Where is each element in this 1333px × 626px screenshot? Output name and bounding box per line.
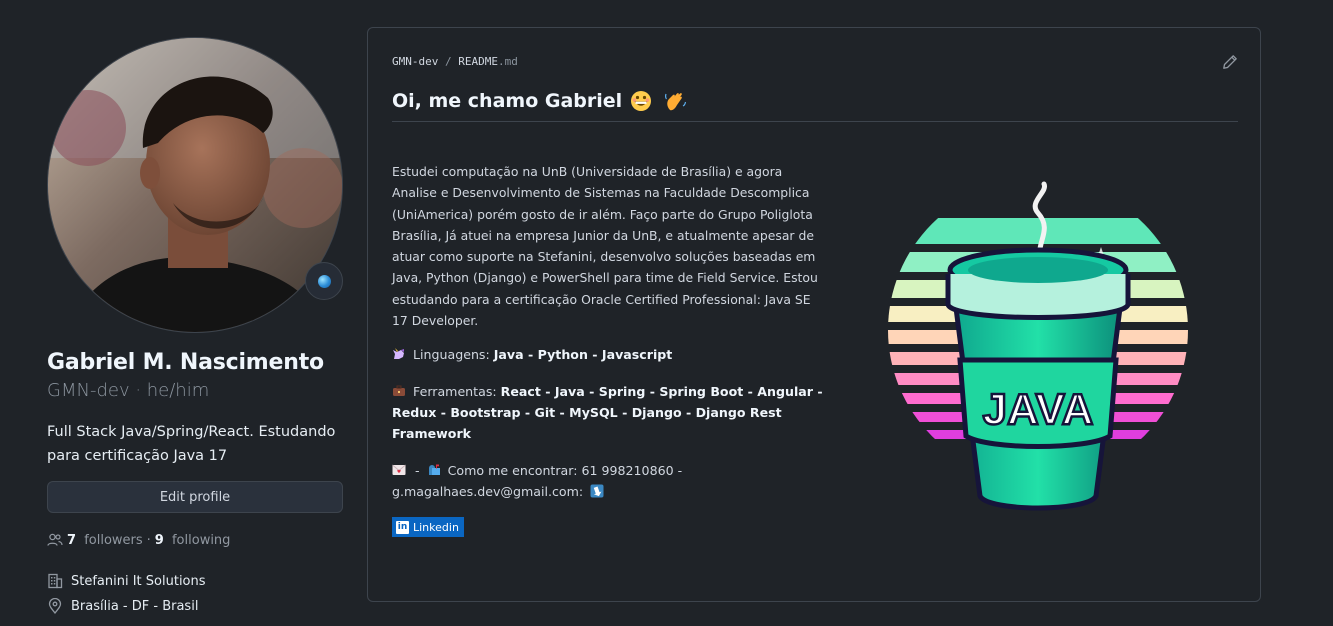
profile-location: Brasília - DF - Brasil xyxy=(47,598,198,614)
breadcrumb-separator: / xyxy=(444,55,452,68)
company-name: Stefanini It Solutions xyxy=(71,573,206,589)
languages-label: Linguagens: xyxy=(413,347,490,362)
breadcrumb-file-ext: .md xyxy=(497,55,518,68)
readme-card: GMN-dev / README.md Oi, me chamo Gabriel… xyxy=(367,27,1261,602)
readme-languages: Linguagens: Java - Python - Javascript xyxy=(392,344,832,365)
globe-icon xyxy=(317,274,331,288)
readme-tools: Ferramentas: React - Java - Spring - Spr… xyxy=(392,381,832,444)
readme-breadcrumb: GMN-dev / README.md xyxy=(392,55,518,68)
contact-email: g.magalhaes.dev@gmail.com: xyxy=(392,484,584,499)
linkedin-badge[interactable]: in Linkedin xyxy=(392,517,464,537)
following-link[interactable]: 9 following xyxy=(155,533,231,548)
briefcase-icon xyxy=(393,385,405,396)
contact-prefix: - xyxy=(415,463,420,478)
following-count: 9 xyxy=(154,532,164,548)
follow-stats: 7 followers · 9 following xyxy=(47,532,230,548)
followers-link[interactable]: 7 followers xyxy=(67,533,143,548)
readme-title: Oi, me chamo Gabriel xyxy=(392,90,688,112)
tools-label: Ferramentas: xyxy=(413,384,497,399)
followers-label: followers xyxy=(84,532,143,548)
grinning-face-icon xyxy=(631,91,652,111)
following-label: following xyxy=(171,532,231,548)
readme-intro-paragraph: Estudei computação na UnB (Universidade … xyxy=(392,164,818,329)
breadcrumb-user[interactable]: GMN-dev xyxy=(392,55,438,68)
pencil-icon[interactable] xyxy=(1222,54,1238,70)
profile-login-pronouns: GMN-dev · he/him xyxy=(47,380,210,401)
edit-profile-button[interactable]: Edit profile xyxy=(47,481,343,513)
contact-text: Como me encontrar: 61 998210860 - xyxy=(447,463,683,478)
people-icon xyxy=(47,533,63,546)
profile-full-name: Gabriel M. Nascimento xyxy=(47,350,324,375)
mailbox-icon xyxy=(428,464,440,475)
organization-icon xyxy=(48,573,63,589)
status-emoji-button[interactable] xyxy=(305,262,343,300)
readme-title-text: Oi, me chamo Gabriel xyxy=(392,90,623,112)
java-logo-text: JAVA xyxy=(983,385,1094,434)
breadcrumb-file-name: README xyxy=(458,55,498,68)
followers-count: 7 xyxy=(67,532,77,548)
avatar-container[interactable] xyxy=(47,37,343,333)
languages-list: Java - Python - Javascript xyxy=(493,347,673,362)
avatar[interactable] xyxy=(47,37,343,333)
linkedin-icon: in xyxy=(396,520,409,534)
breadcrumb-file[interactable]: README.md xyxy=(458,55,518,68)
love-letter-icon xyxy=(392,464,406,475)
location-icon xyxy=(48,598,62,614)
waving-hand-icon xyxy=(665,93,687,111)
java-cup-illustration: JAVA xyxy=(888,181,1188,511)
profile-company: Stefanini It Solutions xyxy=(47,573,206,589)
avatar-photo xyxy=(48,38,342,332)
profile-bio: Full Stack Java/Spring/React. Estudando … xyxy=(47,424,336,464)
location-name: Brasília - DF - Brasil xyxy=(71,598,199,614)
arrow-down-box-icon xyxy=(590,484,604,498)
unicorn-icon xyxy=(393,348,404,359)
linkedin-label: Linkedin xyxy=(413,520,459,534)
readme-contact: - Como me encontrar: 61 998210860 - g.ma… xyxy=(392,460,832,502)
follow-separator: · xyxy=(146,532,151,548)
title-divider xyxy=(392,121,1238,122)
